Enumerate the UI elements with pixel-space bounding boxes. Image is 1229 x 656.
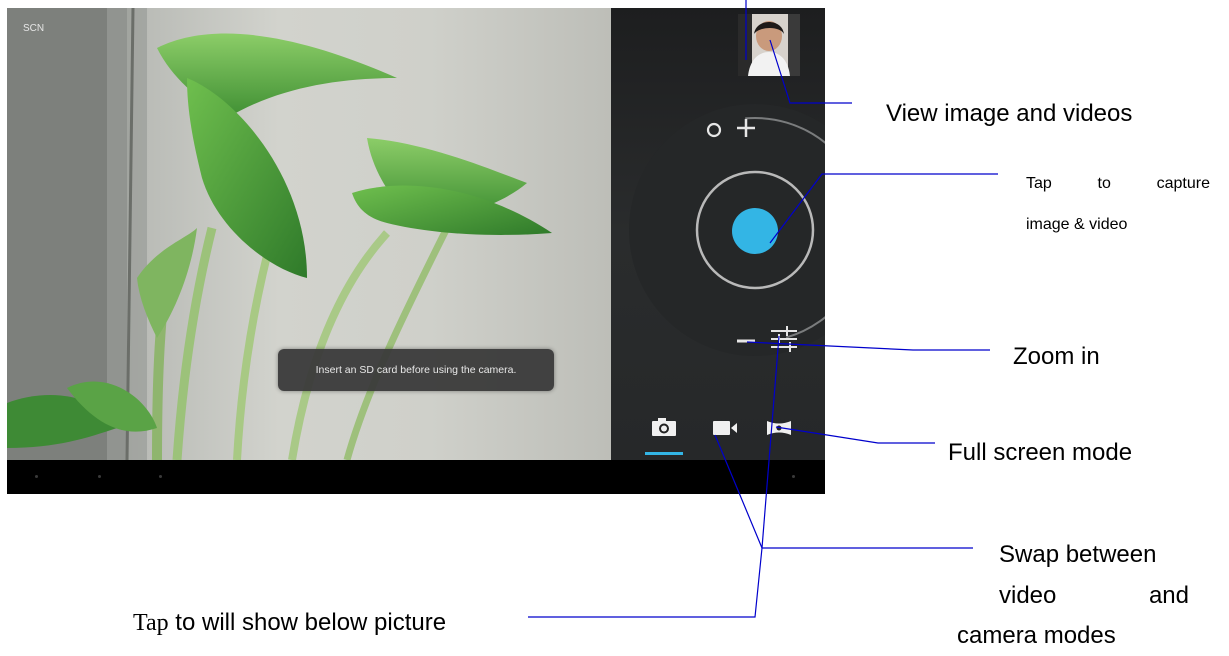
annotation-capture-word: capture bbox=[1156, 175, 1210, 192]
leader-line-view-images bbox=[769, 39, 852, 104]
annotation-swap-line3: camera modes bbox=[957, 622, 1116, 649]
leader-line-swap-b bbox=[761, 335, 780, 549]
annotation-capture-to: to bbox=[1097, 175, 1111, 192]
leader-line-swap-a bbox=[714, 434, 973, 549]
annotation-view-images: View image and videos bbox=[886, 100, 1133, 127]
leader-line-tap bbox=[528, 547, 763, 618]
annotation-capture-line2: image & video bbox=[1026, 216, 1128, 233]
annotation-swap-and: and bbox=[1148, 582, 1189, 609]
annotation-swap-line1: Swap between bbox=[999, 541, 1157, 568]
annotation-tap-rest: to will show below picture bbox=[168, 609, 447, 636]
leader-line-fullscreen bbox=[775, 426, 935, 444]
annotation-swap-line2: video and bbox=[999, 582, 1189, 610]
annotation-tap-prefix: Tap bbox=[133, 610, 169, 636]
annotation-fullscreen: Full screen mode bbox=[948, 439, 1133, 466]
annotation-capture-line1: Tap to capture bbox=[1026, 175, 1210, 193]
annotation-tap-picture: Tap to will show below picture bbox=[133, 609, 446, 637]
leader-line-capture bbox=[769, 173, 998, 244]
annotation-capture-tap: Tap bbox=[1026, 175, 1052, 192]
annotation-zoom: Zoom in bbox=[1013, 343, 1100, 370]
leader-line-zoom bbox=[746, 341, 990, 351]
annotation-swap-video: video bbox=[999, 582, 1057, 609]
